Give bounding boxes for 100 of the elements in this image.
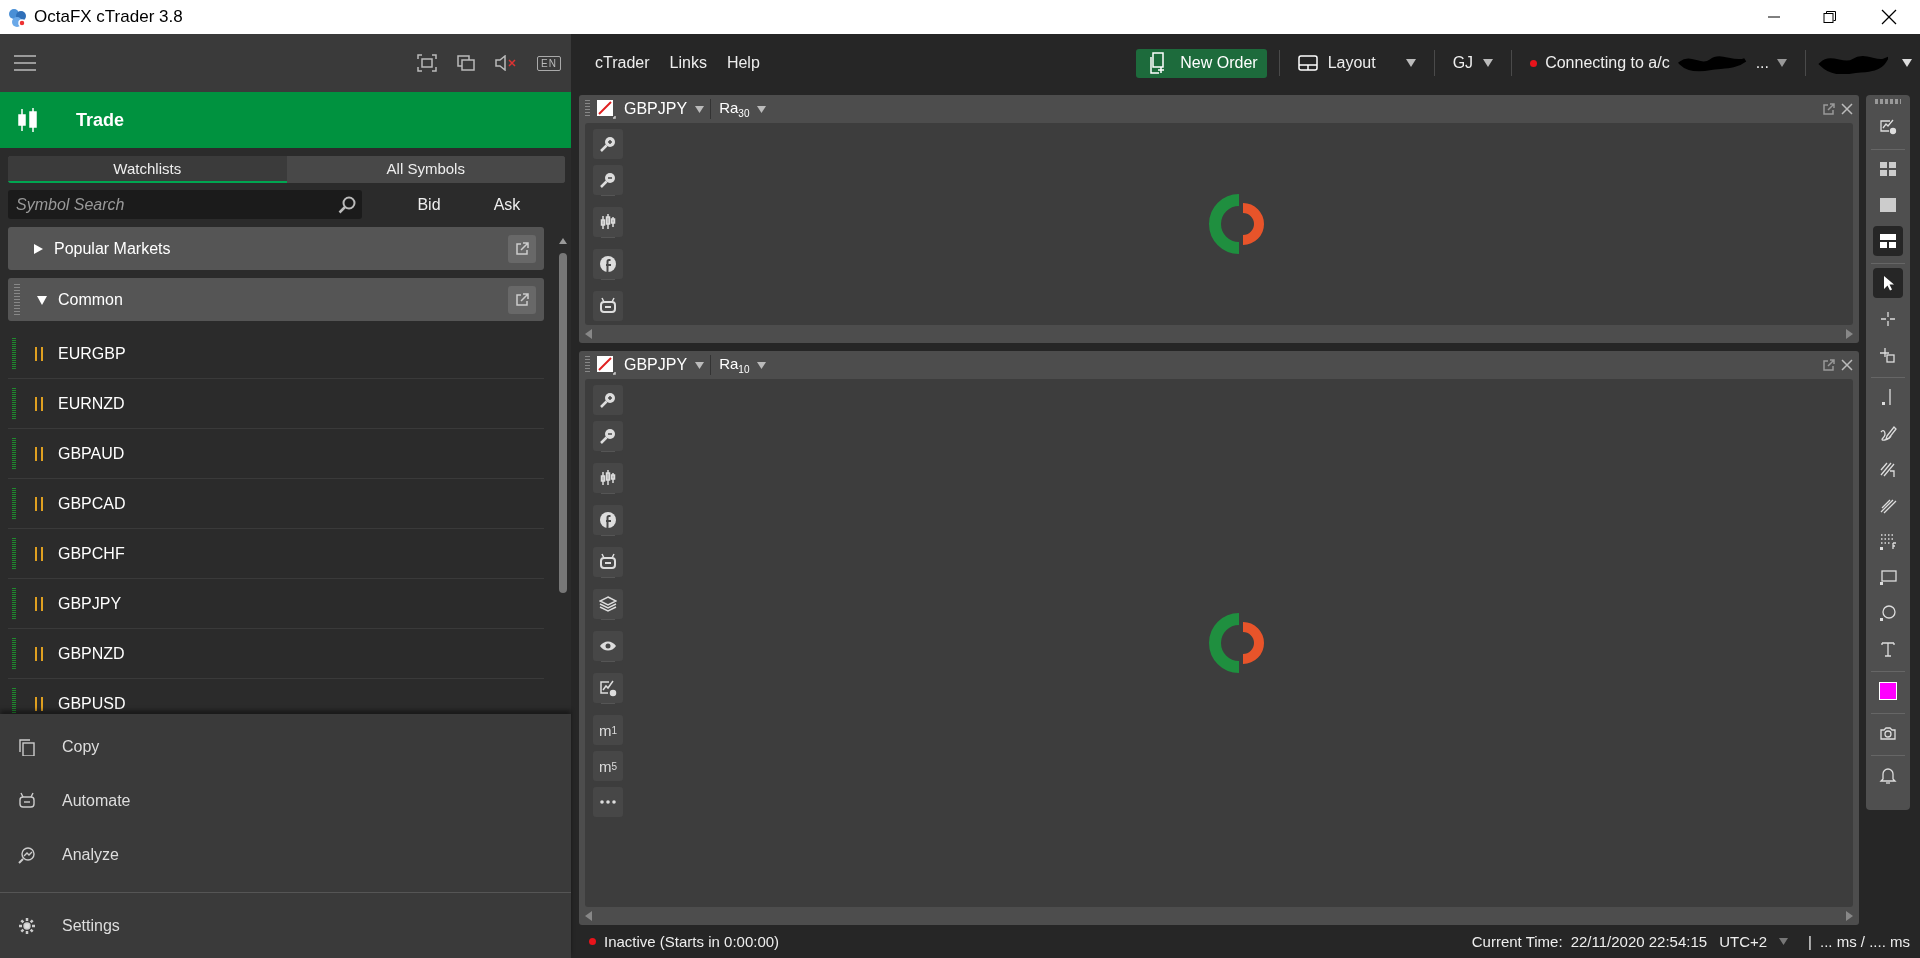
eye-icon[interactable] [593, 631, 623, 661]
caret-icon [1405, 59, 1416, 67]
layout-button[interactable]: Layout [1291, 54, 1422, 72]
watchlist-header[interactable]: Common [8, 278, 544, 321]
nav-item[interactable]: Copy [0, 720, 571, 775]
automate-icon [18, 792, 36, 811]
menu-item[interactable]: cTrader [585, 54, 660, 72]
current-time: 22/11/2020 22:54:15 [1570, 933, 1708, 950]
collapse-triangle-icon[interactable] [36, 293, 48, 306]
search-input[interactable]: Symbol Search [14, 194, 338, 215]
timeframe-selector[interactable]: Ra$_{10}$ [717, 355, 752, 375]
menu-icon[interactable] [14, 55, 36, 71]
pointer-icon[interactable] [1873, 268, 1903, 298]
session-status: Inactive (Starts in 0:00:00) [604, 933, 780, 950]
signal-bar-icon [12, 537, 16, 570]
signal-bar-icon [12, 587, 16, 620]
mute-icon[interactable] [495, 55, 518, 71]
symbol-name[interactable]: GBPUSD [58, 694, 126, 713]
pause-icon [34, 395, 44, 412]
chart-type-icon[interactable] [596, 99, 616, 119]
caret-icon [1483, 59, 1494, 67]
popout-icon[interactable] [1823, 359, 1835, 371]
pause-icon [34, 545, 44, 562]
symbol-dropdown[interactable]: GJ [1446, 54, 1500, 72]
nav-item[interactable]: Analyze [0, 828, 571, 883]
time-label: Current Time: [1471, 933, 1563, 950]
tab[interactable]: Watchlists [8, 156, 287, 183]
popout-icon [515, 292, 529, 307]
split-layout-icon[interactable] [1873, 226, 1903, 256]
zoom-out-icon[interactable] [593, 165, 623, 195]
window-title: OctaFX cTrader 3.8 [34, 7, 184, 27]
timeframe-selector[interactable]: Ra$_{30}$ [717, 99, 752, 119]
popout-icon[interactable] [1823, 103, 1835, 115]
search-icon[interactable] [338, 195, 356, 214]
robot-icon[interactable] [593, 547, 623, 577]
symbol-selector[interactable]: GBPJPY [622, 100, 690, 118]
candlestick-icon[interactable] [593, 463, 623, 493]
restore-icon [1823, 10, 1837, 24]
copy-icon [18, 738, 36, 757]
new-order-button[interactable]: New Order [1136, 48, 1267, 78]
chart-type-icon[interactable] [596, 355, 616, 375]
column-header: Ask [492, 195, 522, 214]
symbol-name[interactable]: GBPAUD [58, 444, 125, 463]
signal-bar-icon [12, 337, 16, 370]
menu-item[interactable]: Links [659, 54, 717, 72]
timezone-dropdown[interactable]: UTC+2 [1715, 933, 1772, 950]
zoom-in-icon[interactable] [593, 385, 623, 415]
search-field[interactable]: Symbol Search [8, 190, 362, 219]
pause-icon [34, 695, 44, 712]
language-badge[interactable]: EN [537, 55, 561, 71]
connection-status-text: ... [1755, 54, 1769, 72]
caret-icon[interactable] [1777, 59, 1787, 67]
close-icon[interactable] [1841, 103, 1853, 115]
layout-icon [1297, 55, 1318, 71]
drag-handle-icon[interactable] [1875, 99, 1901, 104]
robot-icon[interactable] [593, 291, 623, 321]
popout-button[interactable] [508, 234, 536, 263]
symbol-name[interactable]: EURGBP [58, 344, 126, 363]
pause-icon [34, 445, 44, 462]
watchlist-header[interactable]: Popular Markets [8, 227, 544, 270]
signal-bar-icon [12, 487, 16, 520]
zoom-out-icon[interactable] [593, 421, 623, 451]
section-title: Trade [76, 109, 125, 131]
windows-icon[interactable] [457, 55, 476, 71]
signal-bar-icon [12, 387, 16, 420]
caret-icon[interactable] [1902, 59, 1912, 67]
close-icon[interactable] [1841, 359, 1853, 371]
expand-triangle-icon[interactable] [32, 242, 44, 255]
pause-icon [34, 645, 44, 662]
signal-bar-icon [12, 637, 16, 670]
symbol-selector[interactable]: GBPJPY [622, 356, 690, 374]
nav-item[interactable]: Automate [0, 774, 571, 829]
pause-icon [34, 345, 44, 362]
symbol-name[interactable]: EURNZD [58, 394, 125, 413]
nav-item[interactable]: Settings [0, 893, 571, 958]
symbol-name[interactable]: GBPCHF [58, 544, 125, 563]
close-icon [1881, 9, 1897, 25]
connection-status-text: Connecting to a/c [1545, 54, 1670, 72]
color-swatch[interactable] [1879, 682, 1897, 700]
scrollbar-thumb[interactable] [559, 253, 567, 593]
zoom-in-icon[interactable] [593, 129, 623, 159]
layers-icon[interactable] [593, 589, 623, 619]
signal-bar-icon [12, 437, 16, 470]
symbol-name[interactable]: GBPNZD [58, 644, 125, 663]
menu-item[interactable]: Help [716, 54, 770, 72]
symbol-name[interactable]: GBPCAD [58, 494, 126, 513]
settings-icon [18, 916, 36, 935]
separator-mark: | [1808, 933, 1812, 950]
scroll-up-icon[interactable] [558, 237, 568, 245]
latency-text: ... ms / .... ms [1820, 933, 1910, 950]
popout-button[interactable] [508, 285, 536, 314]
watchlist-name: Popular Markets [54, 239, 172, 258]
more-icon[interactable] [593, 787, 623, 817]
column-header: Bid [416, 195, 442, 214]
fullscreen-icon[interactable] [417, 54, 438, 72]
chart-settings-icon[interactable] [593, 673, 623, 703]
analyze-icon [18, 846, 36, 865]
candlestick-icon[interactable] [593, 207, 623, 237]
symbol-name[interactable]: GBPJPY [58, 594, 122, 613]
signal-bar-icon [12, 687, 16, 714]
